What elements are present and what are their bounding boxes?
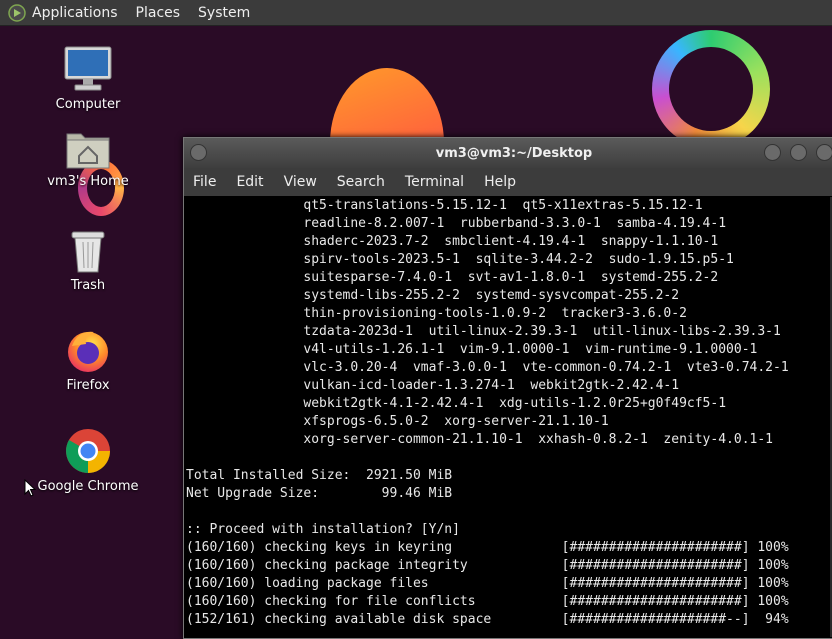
maximize-button[interactable] bbox=[790, 144, 807, 161]
terminal-window[interactable]: vm3@vm3:~/Desktop File Edit View Search … bbox=[183, 137, 832, 639]
home-folder-icon bbox=[66, 133, 110, 169]
top-panel: Applications Places System bbox=[0, 0, 832, 26]
system-menu[interactable]: System bbox=[198, 5, 250, 21]
terminal-line: tzdata-2023d-1 util-linux-2.39.3-1 util-… bbox=[186, 324, 781, 339]
desktop-icon-label: vm3's Home bbox=[47, 174, 129, 189]
wallpaper-ring bbox=[652, 30, 770, 148]
desktop-icon-label: Firefox bbox=[66, 378, 110, 393]
distro-logo-icon[interactable] bbox=[8, 3, 26, 22]
terminal-line: vulkan-icd-loader-1.3.274-1 webkit2gtk-2… bbox=[186, 378, 680, 393]
terminal-line: suitesparse-7.4.0-1 svt-av1-1.8.0-1 syst… bbox=[186, 270, 719, 285]
terminal-line: (160/160) loading package files [#######… bbox=[186, 576, 789, 591]
terminal-line: qt5-translations-5.15.12-1 qt5-x11extras… bbox=[186, 198, 703, 213]
desktop-icon-computer[interactable]: Computer bbox=[33, 45, 143, 112]
terminal-line: (152/161) checking available disk space … bbox=[186, 612, 789, 627]
menu-help[interactable]: Help bbox=[484, 174, 516, 190]
terminal-line: (160/160) checking for file conflicts [#… bbox=[186, 594, 789, 609]
terminal-line: webkit2gtk-4.1-2.42.4-1 xdg-utils-1.2.0r… bbox=[186, 396, 727, 411]
desktop-icon-label: Google Chrome bbox=[37, 479, 139, 494]
trash-icon bbox=[71, 231, 105, 273]
window-menu-button[interactable] bbox=[190, 144, 207, 161]
menu-search[interactable]: Search bbox=[337, 174, 385, 190]
terminal-line: xfsprogs-6.5.0-2 xorg-server-21.1.10-1 bbox=[186, 414, 609, 429]
applications-menu[interactable]: Applications bbox=[32, 5, 118, 21]
mouse-pointer-icon bbox=[24, 479, 36, 497]
terminal-line: vlc-3.0.20-4 vmaf-3.0.0-1 vte-common-0.7… bbox=[186, 360, 789, 375]
terminal-line: xorg-server-common-21.1.10-1 xxhash-0.8.… bbox=[186, 432, 773, 447]
minimize-button[interactable] bbox=[764, 144, 781, 161]
terminal-line: :: Proceed with installation? [Y/n] bbox=[186, 522, 460, 537]
terminal-output[interactable]: qt5-translations-5.15.12-1 qt5-x11extras… bbox=[184, 197, 829, 637]
desktop-icon-label: Trash bbox=[70, 278, 106, 293]
menu-edit[interactable]: Edit bbox=[236, 174, 263, 190]
terminal-menubar: File Edit View Search Terminal Help bbox=[184, 168, 832, 196]
chrome-icon bbox=[66, 429, 110, 473]
terminal-line: Net Upgrade Size: 99.46 MiB bbox=[186, 486, 453, 501]
terminal-line: v4l-utils-1.26.1-1 vim-9.1.0000-1 vim-ru… bbox=[186, 342, 758, 357]
computer-icon bbox=[64, 46, 112, 91]
menu-terminal[interactable]: Terminal bbox=[405, 174, 464, 190]
firefox-icon bbox=[68, 331, 108, 372]
terminal-line: readline-8.2.007-1 rubberband-3.3.0-1 sa… bbox=[186, 216, 727, 231]
terminal-line: shaderc-2023.7-2 smbclient-4.19.4-1 snap… bbox=[186, 234, 719, 249]
places-menu[interactable]: Places bbox=[136, 5, 181, 21]
menu-file[interactable]: File bbox=[193, 174, 216, 190]
desktop-icon-chrome[interactable]: Google Chrome bbox=[33, 427, 143, 494]
terminal-titlebar[interactable]: vm3@vm3:~/Desktop bbox=[184, 138, 832, 168]
terminal-line: spirv-tools-2023.5-1 sqlite-3.44.2-2 sud… bbox=[186, 252, 734, 267]
close-button[interactable] bbox=[816, 144, 832, 161]
desktop-icon-trash[interactable]: Trash bbox=[33, 228, 143, 293]
desktop-icon-firefox[interactable]: Firefox bbox=[33, 326, 143, 393]
terminal-line: systemd-libs-255.2-2 systemd-sysvcompat-… bbox=[186, 288, 680, 303]
terminal-line: Total Installed Size: 2921.50 MiB bbox=[186, 468, 453, 483]
desktop-icon-home[interactable]: vm3's Home bbox=[33, 128, 143, 189]
terminal-line: (160/160) checking package integrity [##… bbox=[186, 558, 789, 573]
terminal-title: vm3@vm3:~/Desktop bbox=[435, 145, 593, 161]
menu-view[interactable]: View bbox=[284, 174, 317, 190]
desktop-icon-label: Computer bbox=[55, 97, 121, 112]
terminal-line: thin-provisioning-tools-1.0.9-2 tracker3… bbox=[186, 306, 687, 321]
terminal-line: (160/160) checking keys in keyring [####… bbox=[186, 540, 789, 555]
